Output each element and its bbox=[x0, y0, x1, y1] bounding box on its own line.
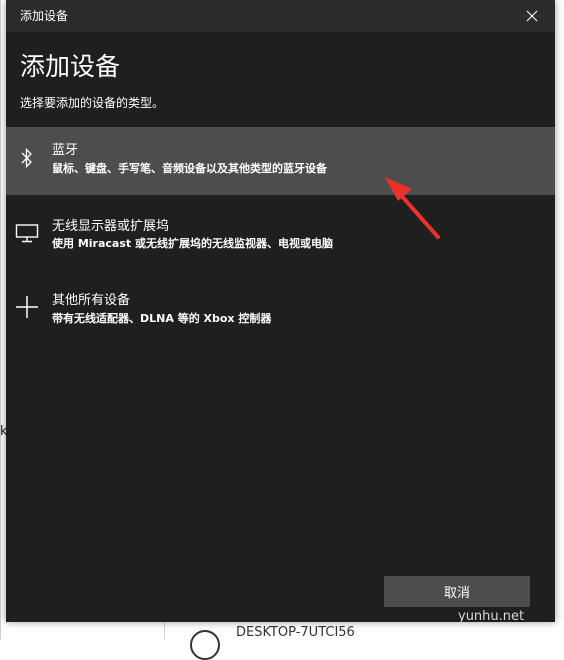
watermark: yunhu.net bbox=[458, 609, 525, 624]
option-everything-else-title: 其他所有设备 bbox=[52, 293, 131, 308]
option-everything-else[interactable]: 其他所有设备 带有无线适配器、DLNA 等的 Xbox 控制器 bbox=[6, 278, 555, 344]
add-device-dialog: 添加设备 添加设备 选择要添加的设备的类型。 蓝牙 鼠标、键盘、手写笔、音频设备… bbox=[6, 0, 555, 622]
cancel-button[interactable]: 取消 bbox=[384, 576, 530, 607]
bluetooth-icon bbox=[14, 145, 40, 171]
option-bluetooth-title: 蓝牙 bbox=[52, 143, 79, 158]
monitor-icon bbox=[14, 220, 40, 246]
option-bluetooth-description: 鼠标、键盘、手写笔、音频设备以及其他类型的蓝牙设备 bbox=[52, 162, 327, 175]
dialog-titlebar[interactable]: 添加设备 bbox=[6, 0, 555, 32]
option-wireless-display[interactable]: 无线显示器或扩展坞 使用 Miracast 或无线扩展坞的无线监视器、电视或电脑 bbox=[6, 203, 555, 269]
dialog-subtitle: 选择要添加的设备的类型。 bbox=[20, 96, 165, 110]
close-icon bbox=[526, 10, 538, 22]
background-computer-name: DESKTOP-7UTCI56 bbox=[236, 625, 355, 640]
option-wireless-display-description: 使用 Miracast 或无线扩展坞的无线监视器、电视或电脑 bbox=[52, 237, 333, 250]
close-button[interactable] bbox=[509, 0, 555, 32]
option-everything-else-description: 带有无线适配器、DLNA 等的 Xbox 控制器 bbox=[52, 312, 272, 325]
page-title: 添加设备 bbox=[20, 52, 121, 81]
background-device-icon bbox=[190, 630, 220, 660]
option-bluetooth[interactable]: 蓝牙 鼠标、键盘、手写笔、音频设备以及其他类型的蓝牙设备 bbox=[6, 127, 555, 195]
plus-icon bbox=[14, 294, 40, 320]
window-title: 添加设备 bbox=[20, 9, 69, 23]
background-window-edge bbox=[0, 0, 1, 640]
option-wireless-display-title: 无线显示器或扩展坞 bbox=[52, 219, 170, 234]
